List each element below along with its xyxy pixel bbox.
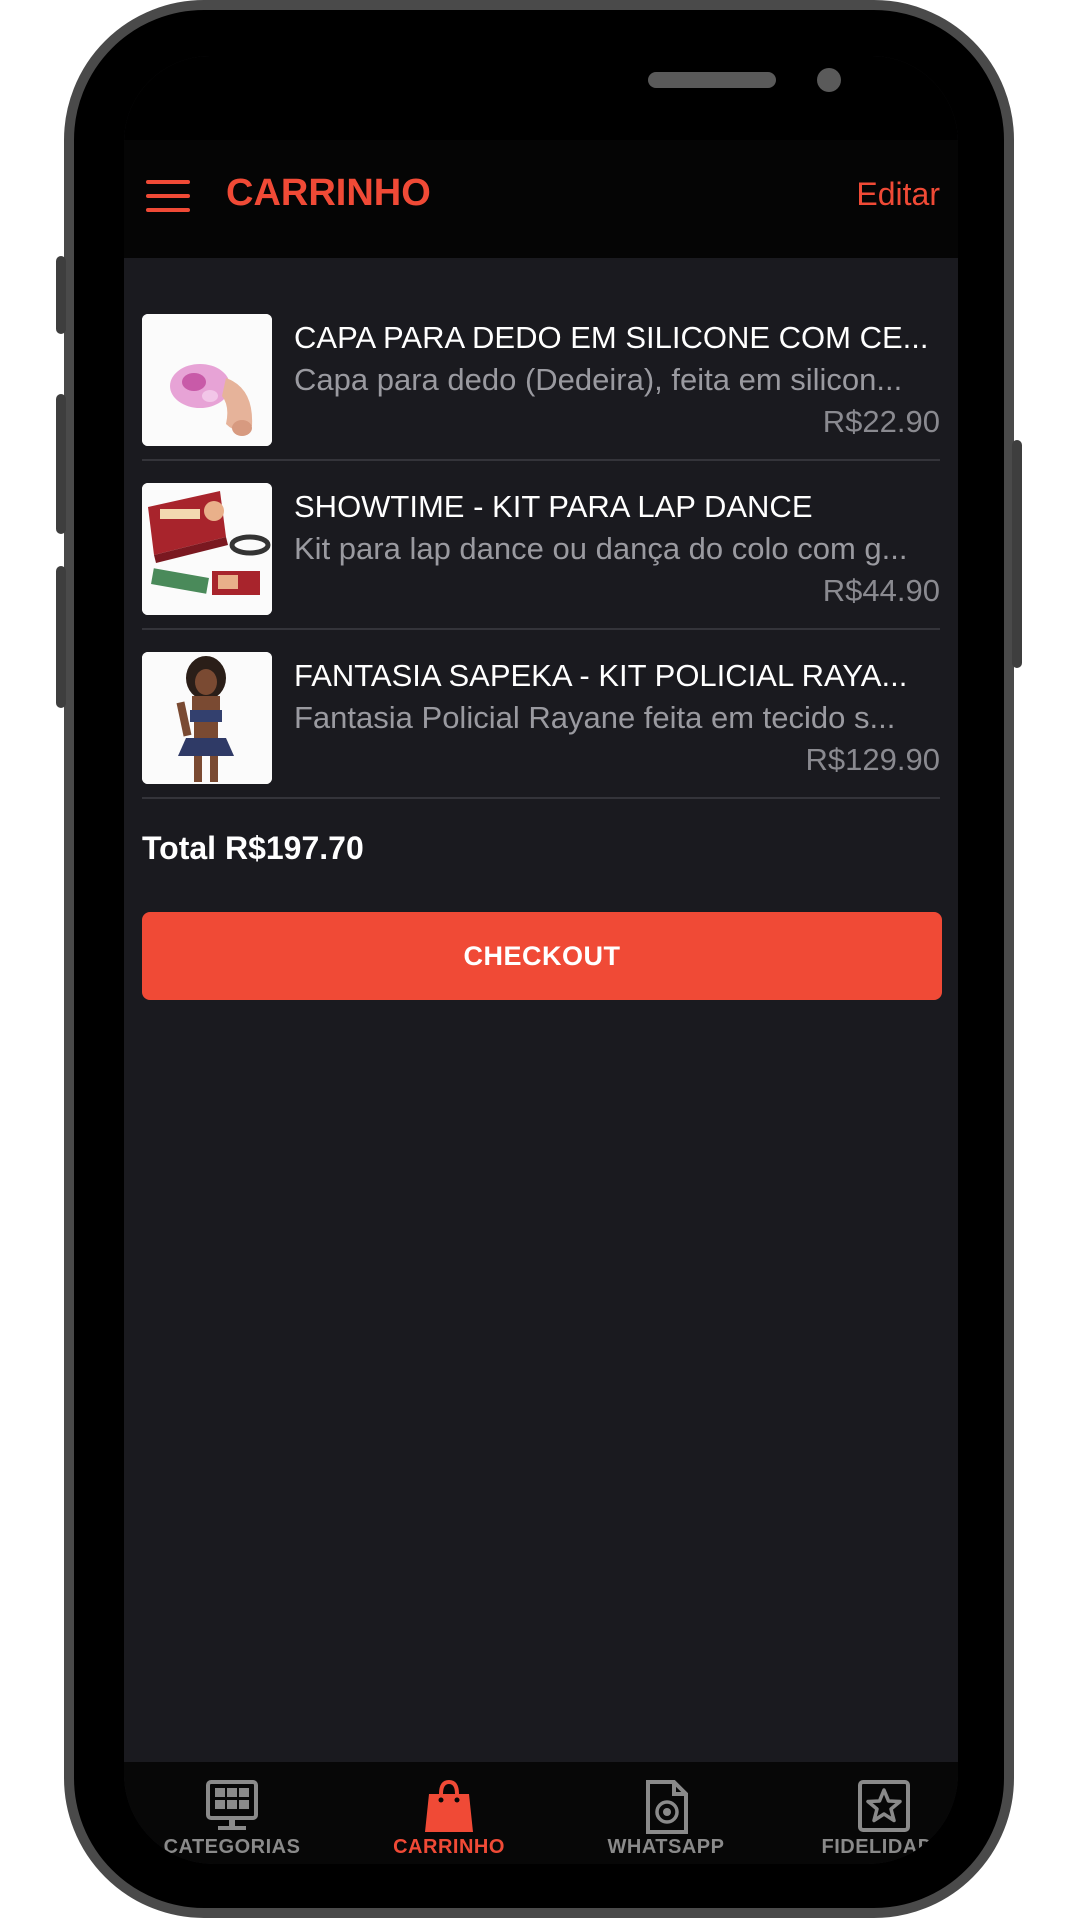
item-price: R$129.90	[805, 742, 940, 777]
volume-up-button	[56, 394, 66, 534]
cart-list: CAPA PARA DEDO EM SILICONE COM CE... Cap…	[142, 292, 940, 799]
tab-fidelidade[interactable]: FIDELIDADE	[784, 1762, 958, 1864]
item-price: R$22.90	[822, 404, 940, 439]
tab-label: CARRINHO	[393, 1836, 505, 1858]
cart-item[interactable]: FANTASIA SAPEKA - KIT POLICIAL RAYA... F…	[142, 630, 940, 799]
app-screen: CARRINHO Editar CAPA PARA DEDO EM SILICO…	[124, 56, 958, 1864]
hamburger-menu-icon[interactable]	[146, 180, 190, 212]
app-header: CARRINHO Editar	[124, 140, 958, 258]
mute-switch	[56, 256, 66, 334]
shopping-bag-icon	[425, 1779, 473, 1832]
tab-whatsapp[interactable]: WHATSAPP	[566, 1762, 766, 1864]
tab-categorias[interactable]: CATEGORIAS	[132, 1762, 332, 1864]
tab-label: WHATSAPP	[607, 1836, 725, 1858]
tab-label: FIDELIDADE	[821, 1836, 947, 1858]
cart-item[interactable]: CAPA PARA DEDO EM SILICONE COM CE... Cap…	[142, 292, 940, 461]
cart-total: Total R$197.70	[142, 830, 364, 866]
bottom-tab-bar: CATEGORIAS CARRINHO WHATSAPP FIDELIDADE	[124, 1762, 958, 1864]
item-name: FANTASIA SAPEKA - KIT POLICIAL RAYA...	[294, 658, 908, 693]
item-name: CAPA PARA DEDO EM SILICONE COM CE...	[294, 320, 929, 355]
item-description: Fantasia Policial Rayane feita em tecido…	[294, 700, 896, 735]
notch	[303, 56, 841, 122]
item-price: R$44.90	[822, 573, 940, 608]
item-name: SHOWTIME - KIT PARA LAP DANCE	[294, 489, 813, 524]
tab-carrinho[interactable]: CARRINHO	[349, 1762, 549, 1864]
edit-button[interactable]: Editar	[856, 176, 940, 213]
product-thumbnail	[142, 652, 272, 784]
document-camera-icon	[646, 1780, 688, 1834]
checkout-button[interactable]: CHECKOUT	[142, 912, 942, 1000]
tab-label: CATEGORIAS	[163, 1836, 301, 1858]
speaker-grille	[648, 72, 776, 88]
front-camera	[817, 68, 841, 92]
volume-down-button	[56, 566, 66, 708]
power-button	[1012, 440, 1022, 668]
cart-item[interactable]: SHOWTIME - KIT PARA LAP DANCE Kit para l…	[142, 461, 940, 630]
page-title: CARRINHO	[226, 172, 431, 214]
star-badge-icon	[858, 1780, 910, 1832]
product-thumbnail	[142, 483, 272, 615]
item-description: Kit para lap dance ou dança do colo com …	[294, 531, 908, 566]
item-description: Capa para dedo (Dedeira), feita em silic…	[294, 362, 903, 397]
categories-monitor-icon	[206, 1780, 258, 1830]
product-thumbnail	[142, 314, 272, 446]
